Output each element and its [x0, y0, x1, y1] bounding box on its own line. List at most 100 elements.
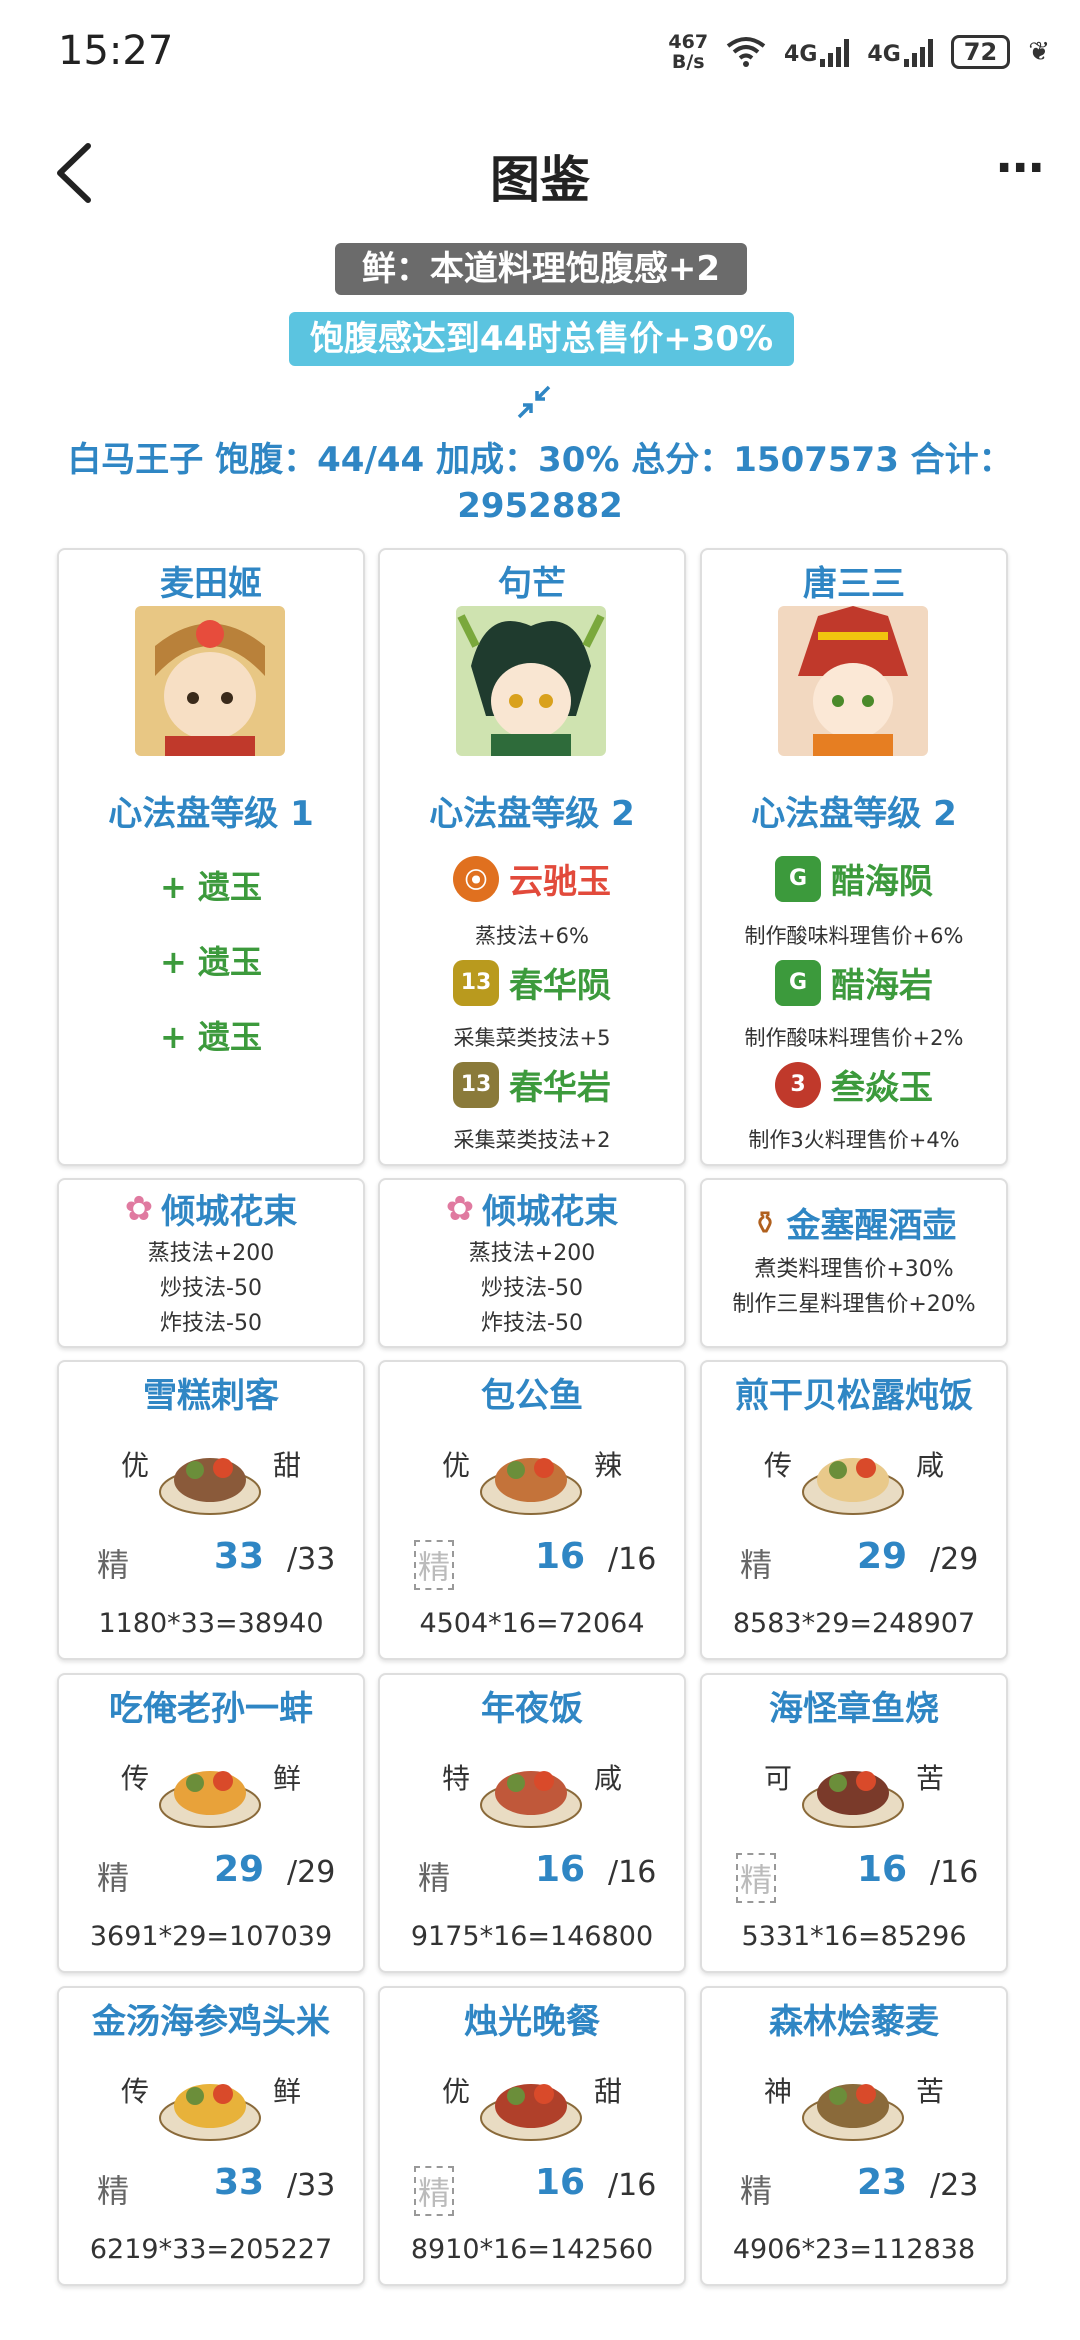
equip-card-1[interactable]: ✿ 倾城花束 蒸技法+200 炒技法-50 炸技法-50 [57, 1178, 365, 1348]
chef-card-3[interactable]: 唐三三 心法盘等级 2 G 醋海陨 制作酸味料理售价+6% G 醋海岩 制作酸味… [700, 548, 1008, 1166]
recipe-max-quantity: /23 [930, 2168, 979, 2203]
equip-effect: 蒸技法+200 [147, 1241, 275, 1266]
condition-tag: 饱腹感达到44时总售价+30% [289, 312, 794, 366]
collapse-arrows-icon[interactable] [516, 384, 552, 420]
signal-2: 4G [867, 37, 933, 67]
jade-slot[interactable]: 13 春华陨 [380, 958, 684, 1007]
recipe-score-calc: 6219*33=205227 [89, 2234, 333, 2265]
recipe-card-4[interactable]: 吃俺老孙一蚌 传 鲜 精 29 /29 3691*29=107039 [57, 1673, 365, 1973]
recipe-quantity[interactable]: 23 [842, 2162, 922, 2203]
equip-card-3[interactable]: ⚱ 金塞醒酒壶 煮类料理售价+30% 制作三星料理售价+20% [700, 1178, 1008, 1348]
recipe-score-calc: 8583*29=248907 [732, 1608, 976, 1639]
add-jade-slot[interactable]: + 遗玉 [59, 862, 363, 908]
dish-image [480, 1771, 582, 1828]
jade-icon: 13 [453, 1061, 499, 1108]
recipe-card-6[interactable]: 海怪章鱼烧 可 苦 精 16 /16 5331*16=85296 [700, 1673, 1008, 1973]
recipe-name: 金汤海参鸡头米 [92, 2002, 330, 2042]
recipe-taste: 鲜 [272, 1762, 301, 1795]
jade-icon: G [775, 959, 821, 1006]
buff-tag: 鲜：本道料理饱腹感+2 [335, 243, 747, 295]
recipe-score-calc: 3691*29=107039 [89, 1921, 333, 1952]
add-jade-slot[interactable]: + 遗玉 [59, 1012, 363, 1058]
chef-card-2[interactable]: 句芒 心法盘等级 2 ⦿ 云驰玉 蒸技法+6% 13 春华陨 采集菜类技法+5 … [378, 548, 686, 1166]
jade-icon: ⦿ [453, 855, 499, 902]
recipe-max-quantity: /16 [608, 2168, 657, 2203]
recipe-max-quantity: /16 [930, 1855, 979, 1890]
wine-pot-icon: ⚱ [751, 1203, 779, 1242]
chef-level: 心法盘等级 1 [108, 794, 314, 834]
jade-slot[interactable]: 3 叁焱玉 [702, 1060, 1006, 1109]
recipe-name: 吃俺老孙一蚌 [109, 1689, 313, 1729]
recipe-name: 包公鱼 [481, 1376, 583, 1416]
recipe-name: 海怪章鱼烧 [769, 1689, 939, 1729]
jade-slot[interactable]: 13 春华岩 [380, 1060, 684, 1109]
dish-image [159, 1458, 261, 1515]
recipe-card-7[interactable]: 金汤海参鸡头米 传 鲜 精 33 /33 6219*33=205227 [57, 1986, 365, 2286]
recipe-max-quantity: /29 [930, 1542, 979, 1577]
recipe-card-3[interactable]: 煎干贝松露炖饭 传 咸 精 29 /29 8583*29=248907 [700, 1360, 1008, 1660]
recipe-rarity: 优 [121, 1449, 150, 1482]
recipe-card-8[interactable]: 烛光晚餐 优 甜 精 16 /16 8910*16=142560 [378, 1986, 686, 2286]
recipe-name: 年夜饭 [481, 1689, 583, 1729]
recipe-rarity: 优 [442, 1449, 471, 1482]
chef-card-1[interactable]: 麦田姬 心法盘等级 1 + 遗玉 + 遗玉 + 遗玉 [57, 548, 365, 1166]
chef-level: 心法盘等级 2 [751, 794, 957, 834]
recipe-quantity[interactable]: 33 [199, 2162, 279, 2203]
status-bar: 15:27 467 B/s 4G 4G 72 ❦ [0, 0, 1080, 110]
recipe-quantity[interactable]: 16 [842, 1849, 922, 1890]
skill-grade: 精 [97, 1546, 130, 1584]
recipe-taste: 咸 [593, 1762, 622, 1795]
chef-avatar [778, 606, 928, 756]
recipe-taste: 甜 [272, 1449, 301, 1482]
skill-grade: 精 [97, 1859, 130, 1897]
recipe-quantity[interactable]: 16 [520, 2162, 600, 2203]
recipe-quantity[interactable]: 16 [520, 1849, 600, 1890]
equip-effect: 炒技法-50 [160, 1276, 262, 1301]
jade-effect: 采集菜类技法+5 [453, 1026, 611, 1050]
recipe-rarity: 传 [121, 2075, 150, 2108]
dish-image [802, 1458, 904, 1515]
jade-slot[interactable]: G 醋海陨 [702, 854, 1006, 903]
net-speed: 467 B/s [668, 31, 709, 73]
chef-name: 唐三三 [803, 564, 905, 604]
equip-card-2[interactable]: ✿ 倾城花束 蒸技法+200 炒技法-50 炸技法-50 [378, 1178, 686, 1348]
recipe-rarity: 可 [764, 1762, 793, 1795]
chef-name: 麦田姬 [160, 564, 262, 604]
recipe-score-calc: 4504*16=72064 [419, 1608, 645, 1639]
recipe-taste: 咸 [915, 1449, 944, 1482]
signal-1: 4G [784, 37, 850, 67]
recipe-quantity[interactable]: 29 [199, 1849, 279, 1890]
recipe-max-quantity: /33 [287, 2168, 336, 2203]
jade-effect: 制作酸味料理售价+6% [744, 924, 964, 948]
recipe-quantity[interactable]: 29 [842, 1536, 922, 1577]
recipe-quantity[interactable]: 16 [520, 1536, 600, 1577]
add-jade-slot[interactable]: + 遗玉 [59, 937, 363, 983]
jade-slot[interactable]: ⦿ 云驰玉 [380, 854, 684, 903]
recipe-taste: 辣 [593, 1449, 622, 1482]
equip-name: 倾城花束 [161, 1192, 298, 1232]
recipe-rarity: 特 [442, 1762, 471, 1795]
jade-icon: 13 [453, 959, 499, 1006]
dish-image [802, 2084, 904, 2141]
jade-slot[interactable]: G 醋海岩 [702, 958, 1006, 1007]
recipe-score-calc: 8910*16=142560 [410, 2234, 654, 2265]
dish-image [802, 1771, 904, 1828]
skill-grade: 精 [418, 1859, 451, 1897]
leaf-icon: ❦ [1028, 37, 1050, 67]
score-total: 2952882 [457, 486, 623, 526]
recipe-card-5[interactable]: 年夜饭 特 咸 精 16 /16 9175*16=146800 [378, 1673, 686, 1973]
recipe-card-2[interactable]: 包公鱼 优 辣 精 16 /16 4504*16=72064 [378, 1360, 686, 1660]
jade-effect: 采集菜类技法+2 [453, 1128, 611, 1152]
equip-effect: 煮类料理售价+30% [754, 1257, 954, 1282]
recipe-taste: 苦 [915, 1762, 944, 1795]
chef-name: 句芒 [498, 564, 566, 604]
recipe-score-calc: 1180*33=38940 [98, 1608, 324, 1639]
more-menu-icon[interactable]: ⋯ [996, 140, 1048, 196]
recipe-card-9[interactable]: 森林烩藜麦 神 苦 精 23 /23 4906*23=112838 [700, 1986, 1008, 2286]
status-time: 15:27 [58, 28, 174, 74]
recipe-quantity[interactable]: 33 [199, 1536, 279, 1577]
equip-name: 倾城花束 [482, 1192, 619, 1232]
equip-effect: 制作三星料理售价+20% [732, 1292, 976, 1317]
recipe-card-1[interactable]: 雪糕刺客 优 甜 精 33 /33 1180*33=38940 [57, 1360, 365, 1660]
recipe-name: 煎干贝松露炖饭 [735, 1376, 973, 1416]
